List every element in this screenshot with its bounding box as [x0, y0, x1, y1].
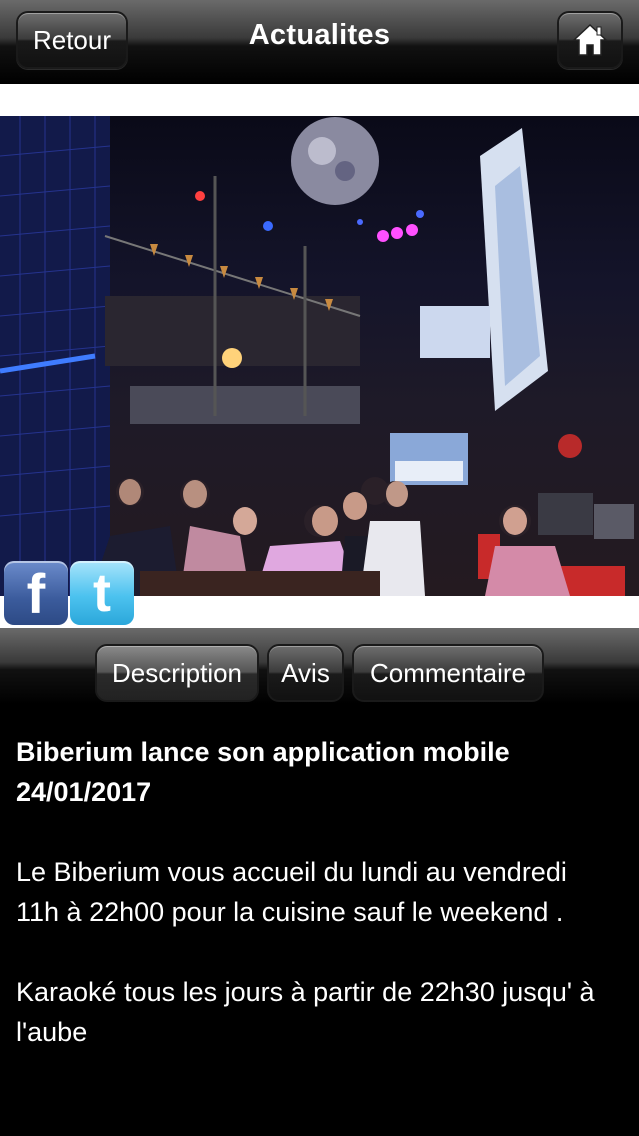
page-title: Actualites [248, 19, 391, 51]
tab-avis[interactable]: Avis [267, 644, 344, 702]
article-title: Biberium lance son application mobile [16, 737, 510, 767]
facebook-share-button[interactable]: f [4, 561, 68, 625]
article-date: 24/01/2017 [16, 777, 152, 807]
article-paragraph: Karaoké tous les jours à partir de 22h30… [16, 977, 595, 1047]
image-top-border [0, 84, 639, 116]
article-content: Biberium lance son application mobile 24… [16, 732, 616, 1052]
home-button[interactable] [557, 11, 623, 69]
tab-description[interactable]: Description [95, 644, 259, 702]
navigation-bar: Retour Actualites [0, 0, 639, 84]
facebook-icon: f [26, 561, 46, 625]
news-photo [0, 116, 639, 596]
twitter-icon: t [93, 563, 111, 623]
tab-commentaire[interactable]: Commentaire [352, 644, 544, 702]
twitter-share-button[interactable]: t [70, 561, 134, 625]
tab-bar: Description Avis Commentaire [0, 628, 639, 704]
home-icon [572, 23, 608, 56]
article-paragraph: Le Biberium vous accueil du lundi au ven… [16, 857, 567, 927]
